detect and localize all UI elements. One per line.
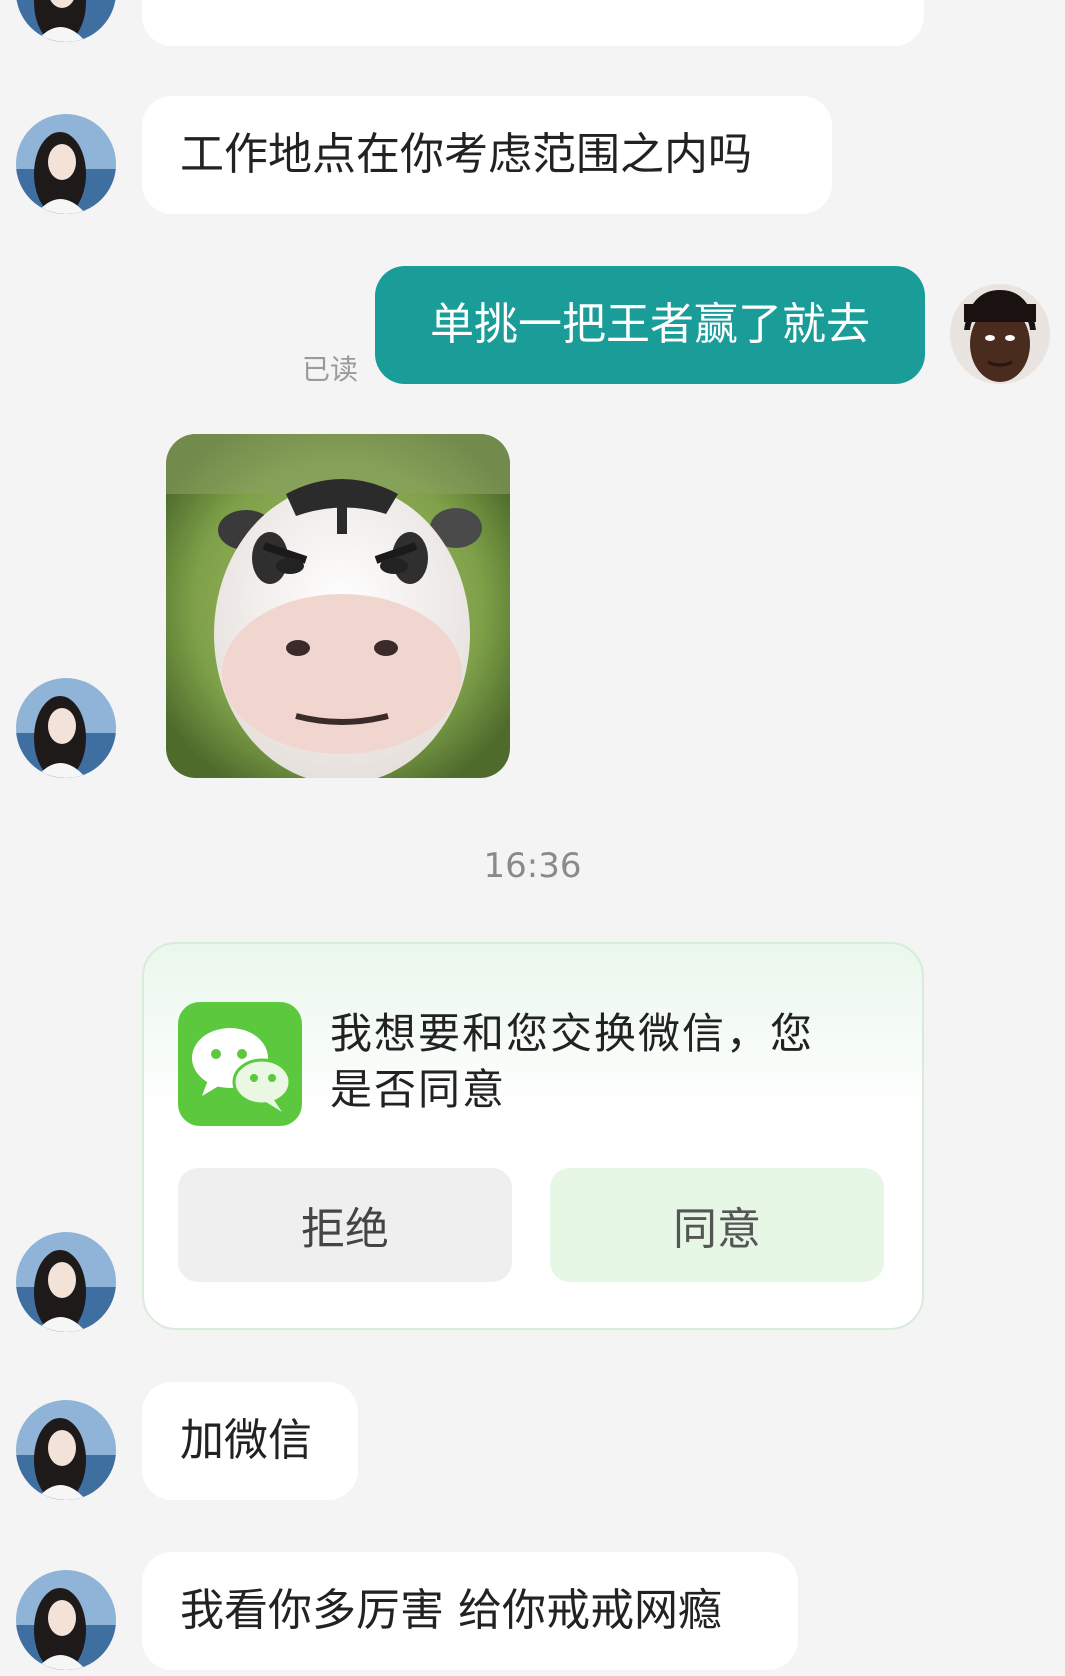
chat-view: 工作地点在你考虑范围之内吗 已读 单挑一把王者赢了就去 16:36 我想要和您交… <box>0 0 1065 1676</box>
wechat-icon <box>178 1002 302 1126</box>
message-bubble-incoming[interactable]: 工作地点在你考虑范围之内吗 <box>142 96 832 214</box>
contact-avatar-image <box>16 1570 116 1670</box>
contact-avatar[interactable] <box>16 1232 116 1332</box>
sticker-image[interactable] <box>166 434 510 778</box>
cow-face-sticker <box>166 434 510 778</box>
read-receipt: 已读 <box>302 353 359 386</box>
message-text: 工作地点在你考虑范围之内吗 <box>180 129 752 180</box>
message-bubble-incoming[interactable]: 我看你多厉害 给你戒戒网瘾 <box>142 1552 798 1670</box>
my-avatar-image <box>950 284 1050 384</box>
message-text: 加微信 <box>180 1415 312 1466</box>
message-text: 单挑一把王者赢了就去 <box>430 299 870 350</box>
accept-button[interactable]: 同意 <box>550 1168 884 1282</box>
contact-avatar-image <box>16 678 116 778</box>
my-avatar[interactable] <box>950 284 1050 384</box>
contact-avatar-image <box>16 1232 116 1332</box>
contact-avatar[interactable] <box>16 1400 116 1500</box>
message-bubble-incoming[interactable]: 加微信 <box>142 1382 358 1500</box>
message-bubble-outgoing[interactable]: 单挑一把王者赢了就去 <box>375 266 925 384</box>
contact-avatar[interactable] <box>16 1570 116 1670</box>
contact-avatar-image <box>16 114 116 214</box>
reject-button[interactable]: 拒绝 <box>178 1168 512 1282</box>
timestamp: 16:36 <box>483 846 582 886</box>
wechat-exchange-card: 我想要和您交换微信，您是否同意 拒绝 同意 <box>142 942 924 1330</box>
exchange-request-text: 我想要和您交换微信，您是否同意 <box>330 1009 815 1114</box>
contact-avatar[interactable] <box>16 114 116 214</box>
contact-avatar-image <box>16 1400 116 1500</box>
contact-avatar[interactable] <box>16 0 116 42</box>
contact-avatar[interactable] <box>16 678 116 778</box>
message-bubble-partial[interactable] <box>142 0 924 46</box>
contact-avatar-image <box>16 0 116 42</box>
message-text: 我看你多厉害 给你戒戒网瘾 <box>180 1585 722 1636</box>
